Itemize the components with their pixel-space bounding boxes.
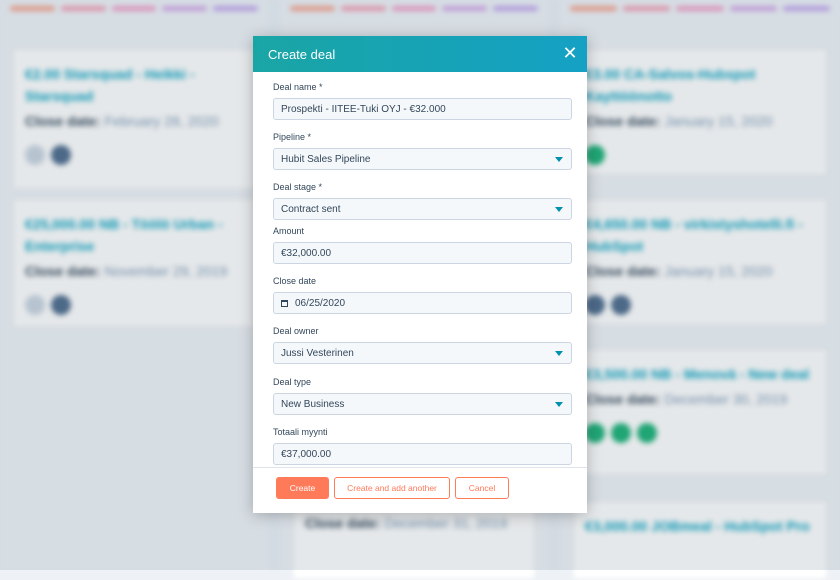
deal-stage-label: Deal stage * bbox=[273, 182, 323, 192]
amount-label: Amount bbox=[273, 226, 305, 236]
close-icon[interactable]: ✕ bbox=[561, 44, 579, 62]
deal-owner-field: Deal owner Jussi Vesterinen bbox=[273, 326, 572, 364]
caret-down-icon bbox=[555, 207, 563, 212]
calendar-icon bbox=[281, 299, 288, 307]
amount-field: Amount €32,000.00 bbox=[273, 226, 572, 264]
amount-input[interactable]: €32,000.00 bbox=[273, 242, 572, 264]
amount-value: €32,000.00 bbox=[281, 247, 332, 259]
deal-owner-label: Deal owner bbox=[273, 326, 319, 336]
deal-type-label: Deal type bbox=[273, 377, 312, 387]
totaali-myynti-input[interactable]: €37,000.00 bbox=[273, 443, 572, 465]
deal-stage-field: Deal stage * Contract sent bbox=[273, 182, 572, 220]
pipeline-select[interactable]: Hubit Sales Pipeline bbox=[273, 148, 572, 170]
deal-stage-select[interactable]: Contract sent bbox=[273, 198, 572, 220]
deal-type-select[interactable]: New Business bbox=[273, 393, 572, 415]
close-date-field: Close date 06/25/2020 bbox=[273, 276, 572, 314]
close-date-value: 06/25/2020 bbox=[295, 297, 346, 309]
deal-owner-select[interactable]: Jussi Vesterinen bbox=[273, 342, 572, 364]
totaali-myynti-label: Totaali myynti bbox=[273, 427, 328, 437]
deal-name-label: Deal name * bbox=[273, 82, 323, 92]
modal-header: Create deal ✕ bbox=[253, 36, 587, 72]
create-deal-modal: Create deal ✕ Deal name * Prospekti - II… bbox=[253, 36, 587, 513]
caret-down-icon bbox=[555, 157, 563, 162]
modal-footer: Create Create and add another Cancel bbox=[253, 467, 587, 513]
create-button[interactable]: Create bbox=[276, 477, 329, 499]
close-date-input[interactable]: 06/25/2020 bbox=[273, 292, 572, 314]
caret-down-icon bbox=[555, 351, 563, 356]
deal-type-field: Deal type New Business bbox=[273, 377, 572, 415]
deal-type-value: New Business bbox=[281, 398, 345, 410]
modal-title: Create deal bbox=[268, 46, 336, 62]
deal-name-input[interactable]: Prospekti - IITEE-Tuki OYJ - €32.000 bbox=[273, 98, 572, 120]
deal-owner-value: Jussi Vesterinen bbox=[281, 347, 354, 359]
deal-name-value: Prospekti - IITEE-Tuki OYJ - €32.000 bbox=[281, 103, 446, 115]
pipeline-value: Hubit Sales Pipeline bbox=[281, 153, 371, 165]
cancel-button[interactable]: Cancel bbox=[455, 477, 509, 499]
pipeline-label: Pipeline * bbox=[273, 132, 312, 142]
caret-down-icon bbox=[555, 402, 563, 407]
create-and-add-another-button[interactable]: Create and add another bbox=[334, 477, 450, 499]
totaali-myynti-field: Totaali myynti €37,000.00 bbox=[273, 427, 572, 465]
pipeline-field: Pipeline * Hubit Sales Pipeline bbox=[273, 132, 572, 170]
deal-name-field: Deal name * Prospekti - IITEE-Tuki OYJ -… bbox=[273, 82, 572, 120]
close-date-label: Close date bbox=[273, 276, 317, 286]
totaali-myynti-value: €37,000.00 bbox=[281, 448, 332, 460]
deal-stage-value: Contract sent bbox=[281, 203, 341, 215]
